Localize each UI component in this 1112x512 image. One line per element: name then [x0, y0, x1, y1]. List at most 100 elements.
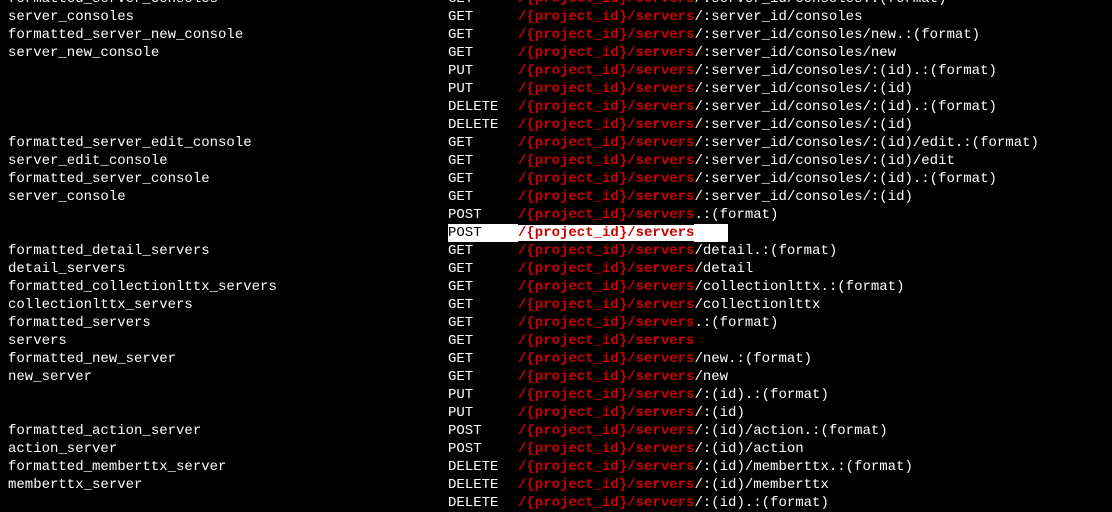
route-path: /{project_id}/servers/:server_id/console…: [518, 152, 955, 170]
route-path: /{project_id}/servers/detail: [518, 260, 753, 278]
http-method: GET: [448, 260, 518, 278]
http-method: GET: [448, 152, 518, 170]
path-suffix: /:server_id/consoles/:(id): [694, 117, 912, 133]
path-suffix: /:server_id/consoles/new.:(format): [694, 27, 980, 43]
route-path: /{project_id}/servers/new.:(format): [518, 350, 812, 368]
route-name: formatted_detail_servers: [0, 242, 448, 260]
route-name: server_edit_console: [0, 152, 448, 170]
path-prefix: /{project_id}/servers: [518, 207, 694, 223]
route-name: server_consoles: [0, 8, 448, 26]
path-prefix: /{project_id}/servers: [518, 153, 694, 169]
http-method: GET: [448, 350, 518, 368]
route-row: formatted_server_consoleGET/{project_id}…: [0, 170, 1112, 188]
route-row: formatted_memberttx_serverDELETE/{projec…: [0, 458, 1112, 476]
path-prefix: /{project_id}/servers: [518, 0, 694, 7]
http-method: GET: [448, 242, 518, 260]
path-prefix: /{project_id}/servers: [518, 333, 694, 349]
route-path: /{project_id}/servers/:server_id/console…: [518, 98, 997, 116]
route-row: formatted_action_serverPOST/{project_id}…: [0, 422, 1112, 440]
route-row: PUT/{project_id}/servers/:(id): [0, 404, 1112, 422]
route-path: /{project_id}/servers/:server_id/console…: [518, 62, 997, 80]
route-name: new_server: [0, 368, 448, 386]
path-prefix: /{project_id}/servers: [518, 279, 694, 295]
http-method: GET: [448, 0, 518, 8]
path-suffix: /new: [694, 369, 728, 385]
http-method: POST: [448, 440, 518, 458]
path-suffix: .:(format): [694, 315, 778, 331]
http-method: PUT: [448, 404, 518, 422]
route-name: formatted_servers: [0, 314, 448, 332]
http-method: GET: [448, 296, 518, 314]
route-path: /{project_id}/servers/:server_id/console…: [518, 188, 913, 206]
http-method: GET: [448, 8, 518, 26]
path-prefix: /{project_id}/servers: [518, 99, 694, 115]
route-row: detail_serversGET/{project_id}/servers/d…: [0, 260, 1112, 278]
path-suffix: /:server_id/consoles/:(id).:(format): [694, 171, 996, 187]
path-prefix: /{project_id}/servers: [518, 261, 694, 277]
route-path: /{project_id}/servers/:server_id/console…: [518, 80, 913, 98]
path-suffix: /:server_id/consoles.:(format): [694, 0, 946, 7]
route-path: /{project_id}/servers/collectionlttx.:(f…: [518, 278, 904, 296]
route-path: /{project_id}/servers/:server_id/console…: [518, 170, 997, 188]
route-name: formatted_new_server: [0, 350, 448, 368]
http-method: PUT: [448, 62, 518, 80]
route-name: server_console: [0, 188, 448, 206]
path-suffix: /:server_id/consoles/:(id).:(format): [694, 63, 996, 79]
route-path: /{project_id}/servers: [518, 224, 728, 242]
route-row: formatted_server_new_consoleGET/{project…: [0, 26, 1112, 44]
path-suffix: /detail: [694, 261, 753, 277]
route-path: /{project_id}/servers/:(id)/action.:(for…: [518, 422, 888, 440]
route-path: /{project_id}/servers/:server_id/console…: [518, 116, 913, 134]
route-name: formatted_server_new_console: [0, 26, 448, 44]
route-row: action_serverPOST/{project_id}/servers/:…: [0, 440, 1112, 458]
http-method: DELETE: [448, 494, 518, 512]
path-prefix: /{project_id}/servers: [518, 189, 694, 205]
route-name: formatted_server_edit_console: [0, 134, 448, 152]
path-prefix: /{project_id}/servers: [518, 477, 694, 493]
route-row: collectionlttx_serversGET/{project_id}/s…: [0, 296, 1112, 314]
routes-listing: formatted_server_consolesGET/{project_id…: [0, 0, 1112, 512]
path-suffix: /:server_id/consoles/:(id)/edit.:(format…: [694, 135, 1038, 151]
http-method: GET: [448, 188, 518, 206]
http-method: GET: [448, 278, 518, 296]
route-path: /{project_id}/servers/:(id).:(format): [518, 386, 829, 404]
route-path: /{project_id}/servers/:server_id/console…: [518, 8, 862, 26]
path-suffix: /detail.:(format): [694, 243, 837, 259]
http-method: POST: [448, 422, 518, 440]
path-suffix: /:server_id/consoles/:(id): [694, 189, 912, 205]
http-method: GET: [448, 170, 518, 188]
route-path: /{project_id}/servers/collectionlttx: [518, 296, 820, 314]
path-prefix: /{project_id}/servers: [518, 315, 694, 331]
path-suffix: /:server_id/consoles: [694, 9, 862, 25]
route-path: /{project_id}/servers/:server_id/console…: [518, 26, 980, 44]
http-method: DELETE: [448, 98, 518, 116]
route-path: /{project_id}/servers/:(id).:(format): [518, 494, 829, 512]
http-method: DELETE: [448, 476, 518, 494]
path-prefix: /{project_id}/servers: [518, 387, 694, 403]
route-name: memberttx_server: [0, 476, 448, 494]
route-row: formatted_detail_serversGET/{project_id}…: [0, 242, 1112, 260]
route-path: /{project_id}/servers/:(id)/action: [518, 440, 804, 458]
route-path: /{project_id}/servers/:(id): [518, 404, 745, 422]
http-method: POST: [448, 206, 518, 224]
path-prefix: /{project_id}/servers: [518, 27, 694, 43]
http-method: DELETE: [448, 116, 518, 134]
highlight-pad: [694, 224, 728, 242]
http-method: GET: [448, 314, 518, 332]
route-name: formatted_collectionlttx_servers: [0, 278, 448, 296]
path-prefix: /{project_id}/servers: [518, 135, 694, 151]
path-suffix: /collectionlttx.:(format): [694, 279, 904, 295]
http-method: GET: [448, 26, 518, 44]
path-suffix: /:(id)/memberttx.:(format): [694, 459, 912, 475]
route-name: collectionlttx_servers: [0, 296, 448, 314]
route-row: formatted_server_edit_consoleGET/{projec…: [0, 134, 1112, 152]
path-suffix: /:(id)/action: [694, 441, 803, 457]
path-prefix: /{project_id}/servers: [518, 351, 694, 367]
route-name: formatted_action_server: [0, 422, 448, 440]
route-row: server_edit_consoleGET/{project_id}/serv…: [0, 152, 1112, 170]
route-row: DELETE/{project_id}/servers/:server_id/c…: [0, 116, 1112, 134]
route-row: POST/{project_id}/servers: [0, 224, 1112, 242]
path-prefix: /{project_id}/servers: [518, 171, 694, 187]
path-prefix: /{project_id}/servers: [518, 63, 694, 79]
http-method: GET: [448, 368, 518, 386]
